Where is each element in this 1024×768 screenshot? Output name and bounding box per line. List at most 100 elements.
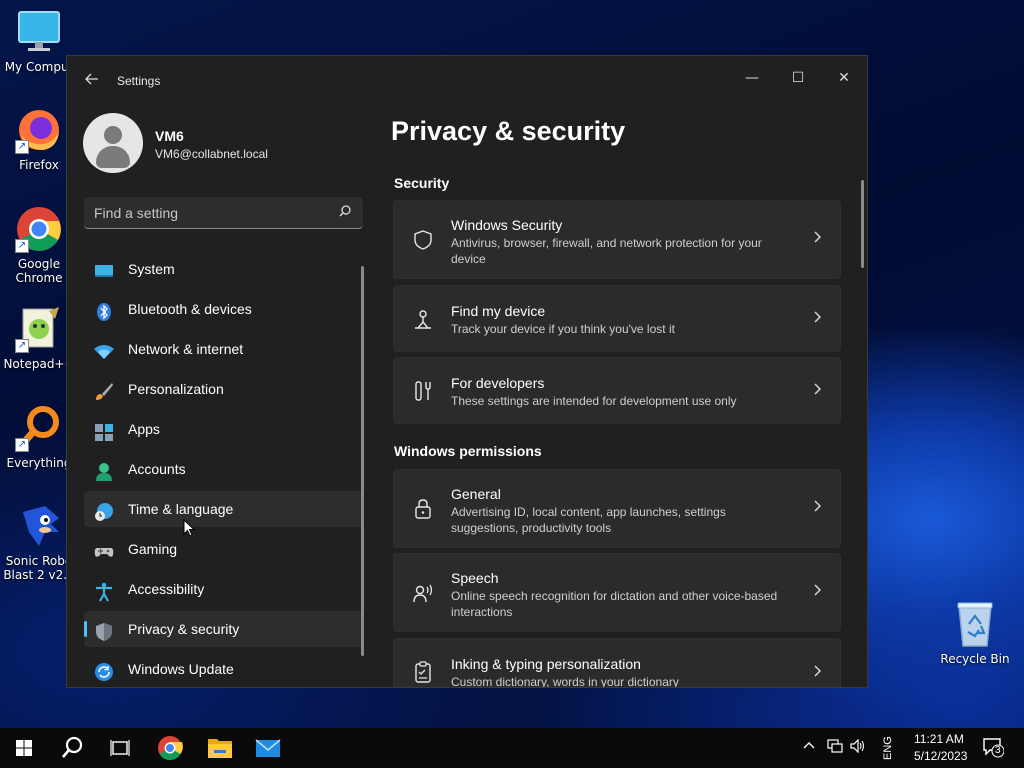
wifi-icon (94, 339, 114, 359)
chevron-right-icon (814, 665, 822, 681)
card-inking-typing[interactable]: Inking & typing personalization Custom d… (393, 638, 841, 688)
system-icon (94, 259, 114, 279)
sidebar-item-accounts[interactable]: Accounts (84, 451, 363, 487)
avatar[interactable] (83, 113, 143, 173)
windows-update-icon (94, 659, 114, 681)
network-icon (827, 739, 843, 753)
shortcut-arrow-icon: ↗ (15, 438, 29, 452)
chevron-up-icon (803, 742, 815, 749)
taskbar-search-button[interactable] (48, 728, 96, 768)
network-tray-button[interactable] (827, 739, 843, 756)
sidebar-item-bluetooth[interactable]: Bluetooth & devices (84, 291, 363, 327)
sidebar-item-label: Privacy & security (128, 621, 240, 637)
language-indicator[interactable]: ENG (882, 736, 894, 760)
card-windows-security[interactable]: Windows Security Antivirus, browser, fir… (393, 200, 841, 279)
taskbar-file-explorer-button[interactable] (196, 728, 244, 768)
sidebar-item-apps[interactable]: Apps (84, 411, 363, 447)
task-view-icon (110, 740, 130, 756)
card-title: General (451, 486, 501, 502)
taskbar-chrome-button[interactable] (146, 728, 194, 768)
title-bar[interactable]: Settings — ☐ ✕ (67, 56, 867, 104)
page-title: Privacy & security (391, 116, 626, 146)
sidebar-item-privacy-security[interactable]: Privacy & security (84, 611, 363, 647)
chrome-icon (158, 736, 183, 761)
chevron-right-icon (814, 584, 822, 600)
card-description: Online speech recognition for dictation … (451, 589, 778, 619)
start-button[interactable] (0, 728, 48, 768)
back-button[interactable] (81, 70, 103, 92)
section-heading-security: Security (394, 175, 450, 191)
close-button[interactable]: ✕ (821, 62, 867, 94)
firefox-icon: ↗ (15, 106, 63, 154)
sidebar-item-time-language[interactable]: Time & language (84, 491, 363, 527)
card-description: Antivirus, browser, firewall, and networ… (451, 236, 762, 266)
sidebar-item-system[interactable]: System (84, 251, 363, 287)
card-title: Speech (451, 570, 499, 586)
sidebar-item-windows-update[interactable]: Windows Update (84, 651, 363, 687)
card-description: Custom dictionary, words in your diction… (451, 675, 679, 688)
sonic-icon (15, 502, 63, 550)
card-general[interactable]: General Advertising ID, local content, a… (393, 469, 841, 548)
recycle-bin-label: Recycle Bin (940, 652, 1010, 666)
content-scrollbar[interactable] (861, 180, 864, 268)
window-title: Settings (117, 74, 161, 88)
nav-scrollbar[interactable] (361, 266, 364, 656)
bluetooth-icon (94, 299, 114, 321)
profile-name: VM6 (155, 128, 184, 144)
sidebar-item-label: Accounts (128, 461, 186, 477)
card-title: Find my device (451, 303, 546, 319)
section-heading-windows-permissions: Windows permissions (394, 443, 542, 459)
avatar-body (96, 146, 130, 168)
search-input[interactable] (84, 197, 324, 228)
avatar-head (104, 126, 122, 144)
volume-icon (850, 738, 865, 754)
search-icon[interactable] (339, 205, 351, 221)
minimize-button[interactable]: — (729, 62, 775, 94)
volume-tray-button[interactable] (850, 738, 866, 756)
notepadpp-icon: ↗ (15, 305, 63, 353)
taskbar-mail-button[interactable] (244, 728, 292, 768)
sidebar-item-label: Time & language (128, 501, 234, 517)
back-arrow-icon (85, 73, 98, 85)
sidebar-item-label: Apps (128, 421, 160, 437)
chrome-icon: ↗ (15, 205, 63, 253)
sidebar-item-gaming[interactable]: Gaming (84, 531, 363, 567)
file-explorer-icon (208, 739, 232, 758)
sidebar-item-network[interactable]: Network & internet (84, 331, 363, 367)
card-speech[interactable]: Speech Online speech recognition for dic… (393, 553, 841, 632)
taskbar: ENG 11:21 AM 5/12/2023 3 (0, 728, 1024, 768)
start-icon (16, 740, 32, 756)
card-for-developers[interactable]: For developers These settings are intend… (393, 357, 841, 424)
chevron-right-icon (814, 383, 822, 399)
chevron-right-icon (814, 500, 822, 516)
accounts-icon (94, 459, 114, 481)
desktop-icon-recycle-bin[interactable]: Recycle Bin (940, 600, 1010, 666)
sidebar-item-label: Gaming (128, 541, 178, 557)
chevron-right-icon (814, 311, 822, 327)
card-description: These settings are intended for developm… (451, 394, 737, 408)
profile-email: VM6@collabnet.local (155, 147, 268, 161)
mouse-cursor-icon (183, 518, 196, 537)
sidebar-nav: System Bluetooth & devices Network & int… (84, 251, 363, 687)
maximize-button[interactable]: ☐ (775, 62, 821, 94)
card-description: Advertising ID, local content, app launc… (451, 505, 726, 535)
sidebar-item-accessibility[interactable]: Accessibility (84, 571, 363, 607)
sidebar-item-label: Network & internet (128, 341, 244, 357)
settings-window: Settings — ☐ ✕ VM6 VM6@collabnet.local S… (66, 55, 868, 688)
sidebar-item-personalization[interactable]: Personalization (84, 371, 363, 407)
clock-date[interactable]: 5/12/2023 (914, 749, 967, 763)
task-view-button[interactable] (96, 728, 144, 768)
search-icon (62, 736, 83, 758)
card-title: Inking & typing personalization (451, 656, 641, 672)
show-hidden-icons-button[interactable] (803, 740, 815, 755)
clock-time[interactable]: 11:21 AM (914, 732, 964, 746)
card-find-my-device[interactable]: Find my device Track your device if you … (393, 285, 841, 352)
shortcut-arrow-icon: ↗ (15, 339, 29, 353)
gaming-icon (94, 539, 114, 559)
shortcut-arrow-icon: ↗ (15, 239, 29, 253)
sidebar-item-label: Windows Update (128, 661, 234, 677)
search-box[interactable] (84, 197, 363, 229)
shortcut-arrow-icon: ↗ (15, 140, 29, 154)
notification-count-badge: 3 (995, 745, 1001, 756)
shield-outline-icon (412, 229, 434, 251)
